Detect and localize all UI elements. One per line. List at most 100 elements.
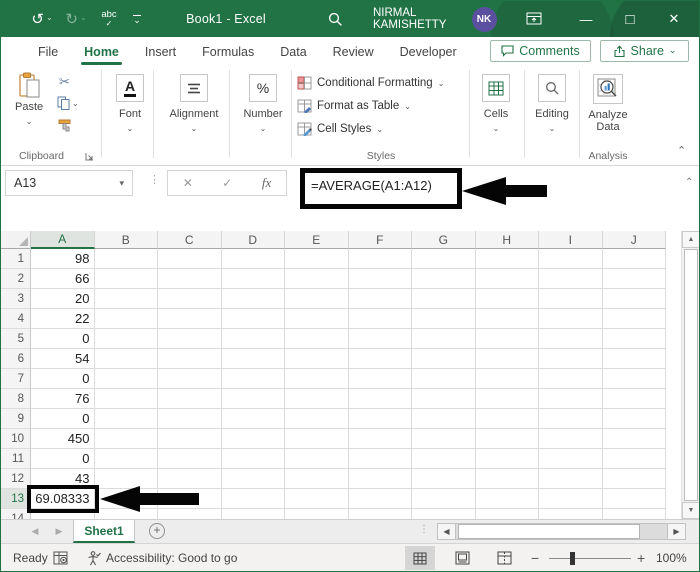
cell-H12[interactable]: [476, 469, 540, 489]
comments-button[interactable]: Comments: [490, 40, 591, 62]
cell-B7[interactable]: [95, 369, 159, 389]
cell-I1[interactable]: [539, 249, 603, 269]
cell-E11[interactable]: [285, 449, 349, 469]
cell-G1[interactable]: [412, 249, 476, 269]
previous-sheet-button[interactable]: ◀: [23, 520, 47, 543]
cell-B11[interactable]: [95, 449, 159, 469]
sheet-tab-sheet1[interactable]: Sheet1: [73, 520, 135, 543]
column-header-A[interactable]: A: [31, 231, 95, 249]
cell-J10[interactable]: [603, 429, 667, 449]
expand-formula-bar-button[interactable]: ⌃: [685, 177, 693, 188]
editing-group-button[interactable]: Editing: [527, 66, 577, 134]
cell-I2[interactable]: [539, 269, 603, 289]
column-header-F[interactable]: F: [349, 231, 413, 249]
cell-J5[interactable]: [603, 329, 667, 349]
cell-A7[interactable]: 0: [31, 369, 95, 389]
cell-D11[interactable]: [222, 449, 286, 469]
cell-G10[interactable]: [412, 429, 476, 449]
row-header-2[interactable]: 2: [1, 269, 31, 289]
cell-J12[interactable]: [603, 469, 667, 489]
cell-J7[interactable]: [603, 369, 667, 389]
cell-B9[interactable]: [95, 409, 159, 429]
column-header-E[interactable]: E: [285, 231, 349, 249]
zoom-in-button[interactable]: +: [637, 544, 645, 572]
cell-G13[interactable]: [412, 489, 476, 509]
cell-F10[interactable]: [349, 429, 413, 449]
zoom-out-button[interactable]: −: [531, 544, 539, 572]
cell-C10[interactable]: [158, 429, 222, 449]
close-button[interactable]: ✕: [657, 1, 691, 37]
cell-C11[interactable]: [158, 449, 222, 469]
page-break-view-button[interactable]: [489, 546, 519, 570]
cell-E12[interactable]: [285, 469, 349, 489]
normal-view-button[interactable]: [405, 546, 435, 570]
cell-A10[interactable]: 450: [31, 429, 95, 449]
cell-C8[interactable]: [158, 389, 222, 409]
cell-J13[interactable]: [603, 489, 667, 509]
cell-A8[interactable]: 76: [31, 389, 95, 409]
scroll-down-button[interactable]: ▼: [682, 502, 700, 519]
column-header-C[interactable]: C: [158, 231, 222, 249]
cell-styles-button[interactable]: Cell Styles: [297, 122, 383, 136]
cell-I10[interactable]: [539, 429, 603, 449]
cell-G14[interactable]: [412, 509, 476, 519]
conditional-formatting-button[interactable]: Conditional Formatting: [297, 76, 444, 90]
cell-B4[interactable]: [95, 309, 159, 329]
row-header-4[interactable]: 4: [1, 309, 31, 329]
insert-function-button[interactable]: fx: [262, 175, 271, 191]
row-header-9[interactable]: 9: [1, 409, 31, 429]
cell-I5[interactable]: [539, 329, 603, 349]
cell-E8[interactable]: [285, 389, 349, 409]
cell-G7[interactable]: [412, 369, 476, 389]
cell-G12[interactable]: [412, 469, 476, 489]
cell-D1[interactable]: [222, 249, 286, 269]
cell-I3[interactable]: [539, 289, 603, 309]
vertical-scroll-thumb[interactable]: [684, 249, 698, 501]
tab-formulas[interactable]: Formulas: [189, 37, 267, 66]
cell-B8[interactable]: [95, 389, 159, 409]
scroll-left-button[interactable]: ◀: [438, 524, 456, 539]
cell-E4[interactable]: [285, 309, 349, 329]
font-group-button[interactable]: A Font: [107, 66, 153, 134]
cell-B3[interactable]: [95, 289, 159, 309]
cell-I4[interactable]: [539, 309, 603, 329]
cell-A2[interactable]: 66: [31, 269, 95, 289]
cell-J4[interactable]: [603, 309, 667, 329]
cell-E3[interactable]: [285, 289, 349, 309]
cell-B2[interactable]: [95, 269, 159, 289]
tab-data[interactable]: Data: [267, 37, 319, 66]
cell-H14[interactable]: [476, 509, 540, 519]
cell-F11[interactable]: [349, 449, 413, 469]
cell-C2[interactable]: [158, 269, 222, 289]
tab-insert[interactable]: Insert: [132, 37, 189, 66]
user-name[interactable]: NIRMAL KAMISHETTY: [373, 1, 469, 37]
column-header-H[interactable]: H: [476, 231, 540, 249]
cell-A3[interactable]: 20: [31, 289, 95, 309]
cell-E7[interactable]: [285, 369, 349, 389]
analyze-data-button[interactable]: Analyze Data: [581, 66, 635, 133]
undo-button[interactable]: ↺: [29, 1, 55, 37]
cell-G3[interactable]: [412, 289, 476, 309]
enter-icon[interactable]: ✓: [222, 176, 232, 190]
cell-B1[interactable]: [95, 249, 159, 269]
cells-group-button[interactable]: Cells: [473, 66, 519, 134]
column-header-D[interactable]: D: [222, 231, 286, 249]
cell-I7[interactable]: [539, 369, 603, 389]
cell-F6[interactable]: [349, 349, 413, 369]
zoom-slider-handle[interactable]: [570, 552, 575, 565]
horizontal-scroll-thumb[interactable]: [458, 524, 640, 539]
scroll-right-button[interactable]: ▶: [667, 524, 685, 539]
cell-D14[interactable]: [222, 509, 286, 519]
zoom-slider-track[interactable]: [549, 558, 631, 559]
scroll-up-button[interactable]: ▲: [682, 231, 700, 248]
cancel-icon[interactable]: ✕: [183, 176, 193, 190]
cell-F1[interactable]: [349, 249, 413, 269]
cell-C6[interactable]: [158, 349, 222, 369]
cell-D3[interactable]: [222, 289, 286, 309]
cell-C1[interactable]: [158, 249, 222, 269]
column-header-B[interactable]: B: [95, 231, 159, 249]
tab-file[interactable]: File: [25, 37, 71, 66]
cell-H7[interactable]: [476, 369, 540, 389]
cell-I11[interactable]: [539, 449, 603, 469]
cell-G11[interactable]: [412, 449, 476, 469]
